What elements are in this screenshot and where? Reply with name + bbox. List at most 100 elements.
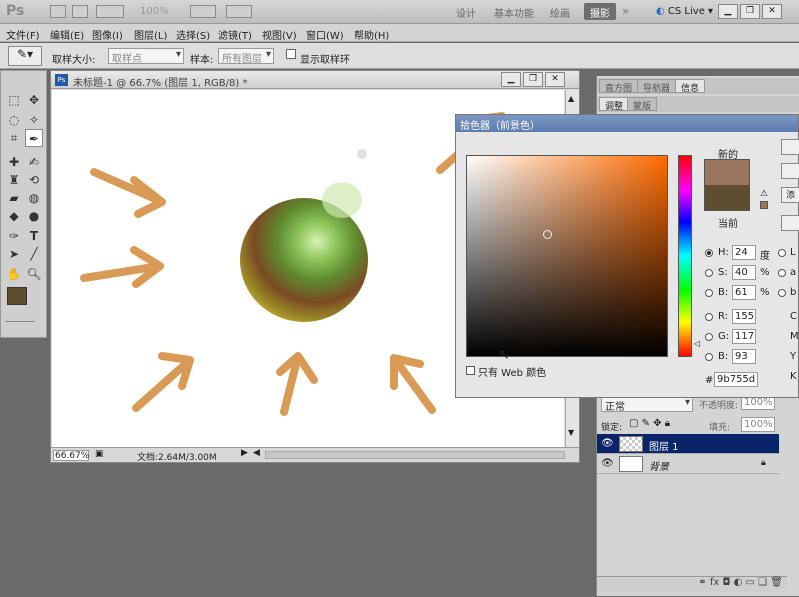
extras-icon[interactable] (96, 5, 124, 18)
paint-bucket-tool-icon[interactable]: ◍ (25, 189, 43, 207)
menu-window[interactable]: 窗口(W) (306, 27, 344, 42)
workspace-painting[interactable]: 绘画 (544, 3, 576, 20)
foreground-color-swatch[interactable] (7, 287, 27, 305)
history-brush-tool-icon[interactable]: ⟲ (25, 171, 43, 189)
lab-l-radio[interactable] (778, 249, 786, 257)
clone-stamp-tool-icon[interactable]: ♜ (5, 171, 23, 189)
tab-navigator[interactable]: 导航器 (637, 79, 677, 94)
sample-size-select[interactable]: 取样点 (108, 48, 184, 65)
hue-radio[interactable] (705, 249, 713, 257)
new-group-icon[interactable]: ▭ (746, 577, 755, 588)
brightness-input[interactable]: 61 (732, 285, 756, 300)
out-of-gamut-icon[interactable]: ⚠ (760, 189, 768, 199)
hue-slider[interactable] (678, 155, 692, 357)
minibridge-icon[interactable] (72, 5, 88, 18)
cs-live-button[interactable]: ◐ CS Live ▾ (656, 6, 713, 17)
cancel-button[interactable] (781, 163, 799, 179)
menu-layer[interactable]: 图层(L) (134, 27, 167, 42)
hscroll-left-icon[interactable]: ◀ (253, 448, 260, 458)
zoom-level[interactable]: 100% (140, 6, 169, 17)
move-tool-icon[interactable]: ✥ (25, 91, 43, 109)
menu-help[interactable]: 帮助(H) (354, 27, 389, 42)
doc-maximize-button[interactable]: ❐ (523, 72, 543, 87)
menu-view[interactable]: 视图(V) (262, 27, 297, 42)
scroll-down-icon[interactable]: ▼ (568, 428, 574, 437)
delete-layer-icon[interactable]: 🗑︎ (770, 577, 783, 588)
blue-radio[interactable] (705, 353, 713, 361)
path-selection-tool-icon[interactable]: ➤ (5, 245, 23, 263)
doc-close-button[interactable]: ✕ (545, 72, 565, 87)
doc-minimize-button[interactable]: ▁ (501, 72, 521, 87)
add-mask-icon[interactable]: ◘ (722, 577, 730, 588)
hue-slider-left-handle-icon[interactable]: ▷ (671, 344, 677, 353)
blend-mode-select[interactable]: 正常 (601, 396, 693, 413)
horizontal-scrollbar[interactable] (265, 451, 565, 459)
eyedropper-tool-icon[interactable]: ✒ (25, 129, 43, 147)
adjustment-layer-icon[interactable]: ◐ (734, 577, 743, 588)
blur-tool-icon[interactable]: ◆ (5, 207, 23, 225)
brush-tool-icon[interactable]: ✍ (25, 153, 43, 171)
maximize-button[interactable]: ❐ (740, 4, 760, 19)
line-tool-icon[interactable]: ╱ (25, 245, 43, 263)
scroll-up-icon[interactable]: ▲ (568, 94, 574, 103)
new-layer-icon[interactable]: ❏ (758, 577, 767, 588)
lab-b-radio[interactable] (778, 289, 786, 297)
status-icon[interactable]: ▣ (95, 449, 104, 459)
hand-tool-icon[interactable]: ✋ (5, 265, 23, 283)
hue-input[interactable]: 24 (732, 245, 756, 260)
close-button[interactable]: ✕ (762, 4, 782, 19)
lock-icons[interactable]: ▢ ✎ ✥ 🔒︎ (629, 418, 670, 429)
menu-image[interactable]: 图像(I) (92, 27, 123, 42)
quick-select-tool-icon[interactable]: ✧ (25, 111, 43, 129)
show-ring-checkbox[interactable] (286, 49, 296, 59)
tab-adjustments[interactable]: 调整 (599, 97, 630, 112)
bridge-icon[interactable] (50, 5, 66, 18)
visibility-eye-icon[interactable]: 👁︎ (601, 438, 614, 449)
saturation-radio[interactable] (705, 269, 713, 277)
menu-file[interactable]: 文件(F) (6, 27, 40, 42)
lasso-tool-icon[interactable]: ◌ (5, 111, 23, 129)
workspace-essentials[interactable]: 基本功能 (488, 3, 540, 20)
hex-input[interactable]: 9b755d (714, 372, 758, 387)
green-radio[interactable] (705, 333, 713, 341)
add-to-swatches-button[interactable]: 添 (781, 187, 799, 203)
pen-tool-icon[interactable]: ✑ (5, 227, 23, 245)
current-color-swatch[interactable] (704, 185, 750, 211)
hue-slider-right-handle-icon[interactable]: ◁ (694, 339, 700, 348)
layer-style-icon[interactable]: fx (710, 577, 719, 588)
lab-a-radio[interactable] (778, 269, 786, 277)
visibility-eye-icon[interactable]: 👁︎ (601, 458, 614, 469)
tab-info[interactable]: 信息 (675, 79, 706, 94)
zoom-field[interactable]: 66.67% (53, 450, 89, 461)
layer-row-1[interactable]: 👁︎ 图层 1 (597, 434, 779, 454)
menu-select[interactable]: 选择(S) (176, 27, 210, 42)
tab-histogram[interactable]: 直方图 (599, 79, 639, 94)
crop-tool-icon[interactable]: ⌗ (5, 129, 23, 147)
layer-row-background[interactable]: 👁︎ 背景 🔒︎ (597, 454, 779, 474)
zoom-tool-icon[interactable]: 🔍︎ (25, 265, 43, 283)
saturation-input[interactable]: 40 (732, 265, 756, 280)
red-input[interactable]: 155 (732, 309, 756, 324)
healing-brush-tool-icon[interactable]: ✚ (5, 153, 23, 171)
link-layers-icon[interactable]: ⚭ (698, 577, 706, 588)
status-menu-arrow-icon[interactable]: ▶ (241, 448, 248, 458)
gamut-swatch[interactable] (760, 201, 768, 209)
tool-preset-picker[interactable]: ✎▾ (8, 46, 42, 66)
menu-edit[interactable]: 编辑(E) (50, 27, 84, 42)
more-workspaces-icon[interactable]: » (622, 4, 629, 18)
workspace-photography[interactable]: 摄影 (584, 3, 616, 20)
ok-button[interactable] (781, 139, 799, 155)
minimize-button[interactable]: ▁ (718, 4, 738, 19)
color-field[interactable] (466, 155, 668, 357)
screen-mode-icon[interactable] (226, 5, 252, 18)
tab-masks[interactable]: 蒙版 (627, 97, 658, 112)
type-tool-icon[interactable]: T (25, 227, 43, 245)
workspace-design[interactable]: 设计 (450, 3, 482, 20)
eraser-tool-icon[interactable]: ▰ (5, 189, 23, 207)
dodge-tool-icon[interactable]: ● (25, 207, 43, 225)
marquee-tool-icon[interactable]: ⬚ (5, 91, 23, 109)
fill-input[interactable]: 100% (741, 417, 775, 432)
color-libraries-button[interactable] (781, 215, 799, 231)
web-colors-checkbox[interactable] (466, 366, 475, 375)
blue-input[interactable]: 93 (732, 349, 756, 364)
